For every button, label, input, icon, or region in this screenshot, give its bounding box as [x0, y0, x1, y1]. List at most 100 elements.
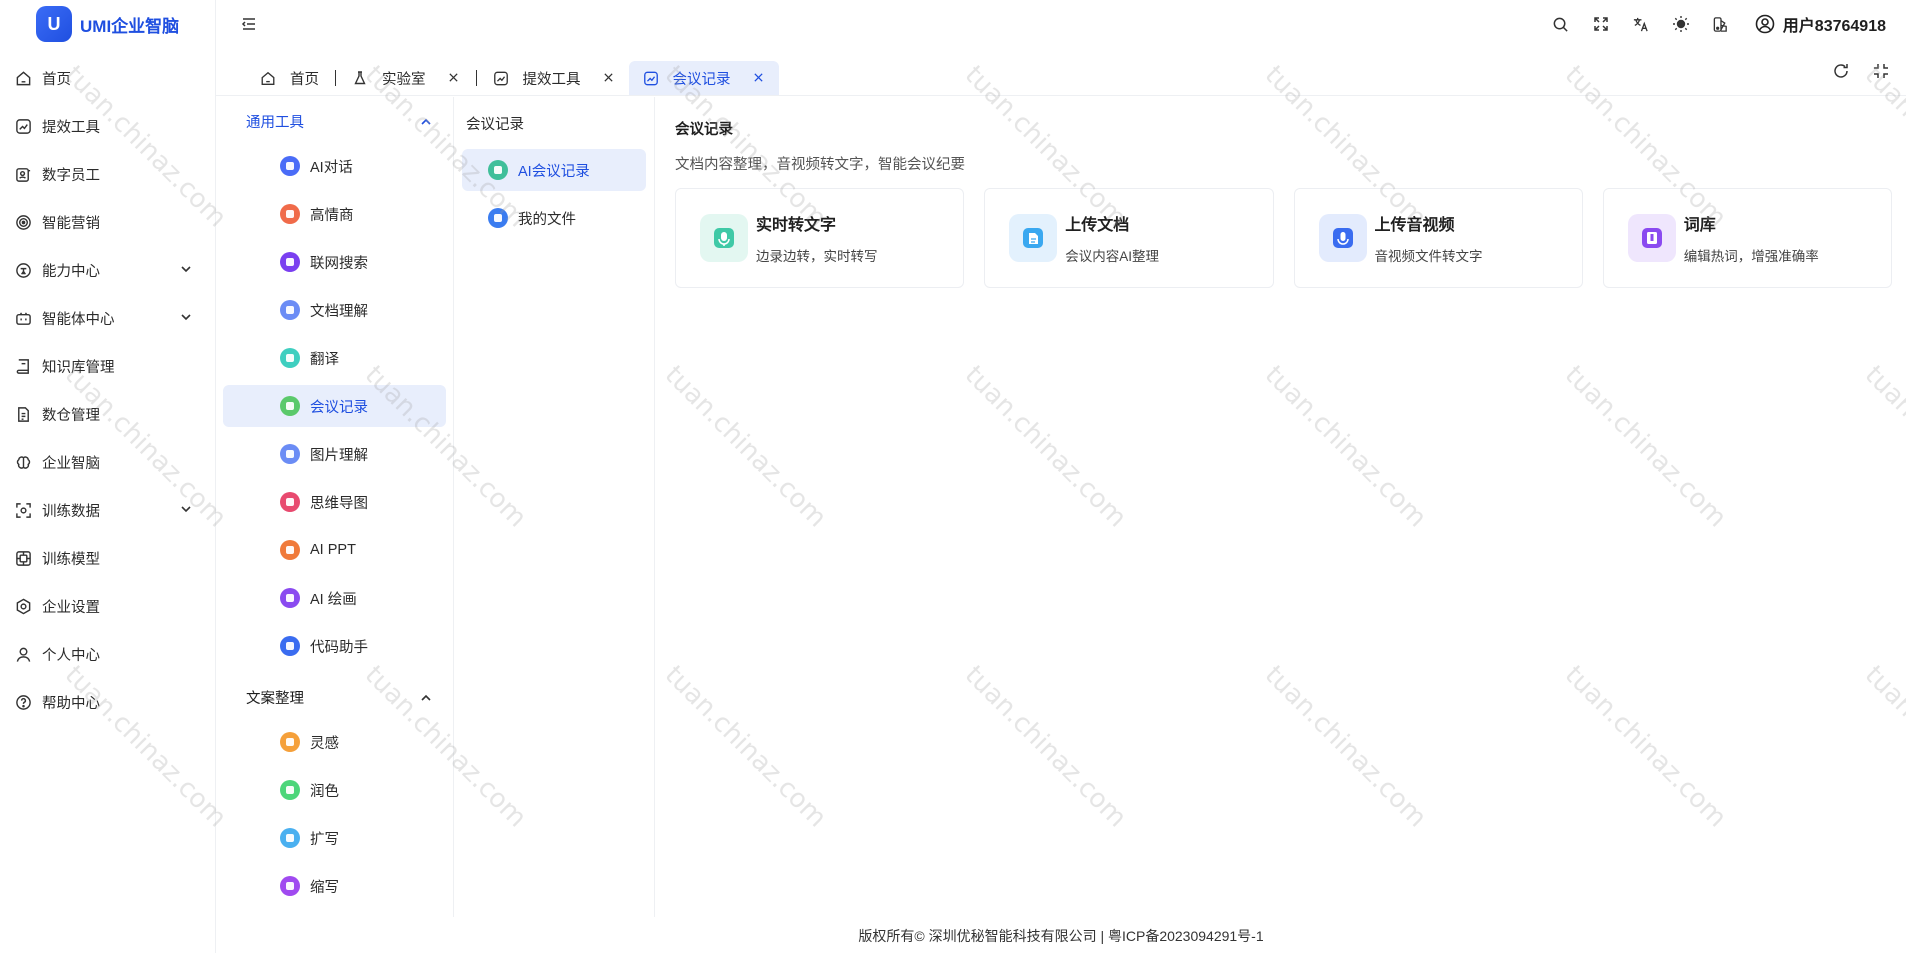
category-icon [280, 780, 300, 800]
category-icon [280, 348, 300, 368]
watermark-text: tuan.chinaz.com [958, 360, 1133, 534]
category-label: AI对话 [310, 159, 353, 176]
settings-icon [14, 597, 32, 615]
group-general-tools-items: AI对话高情商联网搜索文档理解翻译会议记录图片理解思维导图 AI PPT AI 绘画… [216, 145, 453, 667]
chevron-up-icon [421, 118, 431, 125]
category-icon [280, 828, 300, 848]
tab[interactable]: 实验室 [338, 61, 474, 95]
category-item[interactable]: AI PPT [223, 529, 446, 571]
category-label: 灵感 [310, 735, 339, 752]
category-icon [280, 204, 300, 224]
sidebar-item[interactable]: 首页 [0, 54, 215, 102]
collapse-menu-icon[interactable] [240, 15, 258, 33]
sidebar-item[interactable]: 帮助中心 [0, 678, 215, 726]
sidebar-item[interactable]: 知识库管理 [0, 342, 215, 390]
category-item[interactable]: AI 绘画 [223, 577, 446, 619]
sidebar-item-label: 智能体中心 [42, 311, 115, 328]
watermark-text: tuan.chinaz.com [1858, 360, 1906, 534]
watermark-text: tuan.chinaz.com [1558, 360, 1733, 534]
logo-text: UMI企业智脑 [80, 16, 180, 36]
category-item[interactable]: 高情商 [223, 193, 446, 235]
category-label: 文档理解 [310, 303, 368, 320]
group-label: 通用工具 [246, 114, 304, 131]
sidebar-item[interactable]: 数仓管理 [0, 390, 215, 438]
sidebar-item[interactable]: 企业设置 [0, 582, 215, 630]
category-item[interactable]: 联网搜索 [223, 241, 446, 283]
document-icon [14, 405, 32, 423]
close-icon[interactable] [603, 72, 615, 84]
category-label: 高情商 [310, 207, 354, 224]
feature-card[interactable]: 词库编辑热词，增强准确率 [1602, 188, 1892, 288]
footer: 版权所有© 深圳优秘智能科技有限公司 | 粤ICP备2023094291号-1 [216, 919, 1906, 953]
sidebar-item[interactable]: 智能体中心 [0, 294, 215, 342]
sidebar-item[interactable]: 企业智脑 [0, 438, 215, 486]
sidebar-item[interactable]: 个人中心 [0, 630, 215, 678]
sub-item[interactable]: 我的文件 [462, 197, 646, 239]
theme-sun-icon[interactable] [1661, 4, 1701, 44]
tab[interactable]: 会议记录 [628, 61, 779, 95]
sidebar-item-label: 训练模型 [42, 551, 100, 568]
sidebar-item[interactable]: 训练模型 [0, 534, 215, 582]
page-title: 会议记录 [675, 122, 733, 138]
search-icon[interactable] [1541, 4, 1581, 44]
category-item[interactable]: 翻译 [223, 337, 446, 379]
chevron-down-icon [179, 310, 193, 324]
sub-item[interactable]: AI会议记录 [462, 149, 646, 191]
sub-panel: 会议记录 AI会议记录 我的文件 [454, 97, 655, 917]
user-icon [14, 645, 32, 663]
sidebar-item[interactable]: 能力中心 [0, 246, 215, 294]
category-item[interactable]: AI对话 [223, 145, 446, 187]
card-text: 上传文档 会议内容AI整理 [1065, 211, 1159, 265]
category-item[interactable]: 思维导图 [223, 481, 446, 523]
group-copywriting-items: 灵感润色扩写缩写 [216, 721, 453, 907]
copyright-text: 版权所有© 深圳优秘智能科技有限公司 | 粤ICP备2023094291号-1 [858, 928, 1264, 944]
user-menu[interactable]: 用户83764918 [1755, 12, 1886, 36]
category-item[interactable]: 缩写 [223, 865, 446, 907]
sidebar-item-label: 训练数据 [42, 503, 100, 520]
close-icon[interactable] [448, 72, 460, 84]
watermark-text: tuan.chinaz.com [1258, 360, 1433, 534]
feature-card[interactable]: 上传文档 会议内容AI整理 [984, 188, 1274, 288]
feature-card[interactable]: 上传音视频 音视频文件转文字 [1293, 188, 1583, 288]
close-icon[interactable] [753, 72, 765, 84]
tab[interactable]: 提效工具 [479, 61, 629, 95]
sidebar-item[interactable]: 训练数据 [0, 486, 215, 534]
sidebar-item-label: 数字员工 [42, 167, 100, 184]
group-label: 文案整理 [246, 690, 304, 707]
category-icon [280, 540, 300, 560]
category-item[interactable]: 会议记录 [223, 385, 446, 427]
target-icon [14, 213, 32, 231]
category-item[interactable]: 扩写 [223, 817, 446, 859]
group-copywriting[interactable]: 文案整理 [216, 673, 453, 721]
palette-icon[interactable] [1701, 4, 1741, 44]
tab-separator [475, 70, 477, 86]
card-title: 词库 [1683, 217, 1716, 234]
feature-card[interactable]: 实时转文字 边录边转，实时转写 [675, 188, 965, 288]
category-item[interactable]: 代码助手 [223, 625, 446, 667]
sidebar-item-label: 知识库管理 [42, 359, 115, 376]
upload-document-icon [1009, 214, 1058, 262]
translate-icon[interactable] [1621, 4, 1661, 44]
sidebar-item[interactable]: 智能营销 [0, 198, 215, 246]
tab-label: 首页 [290, 71, 319, 88]
maximize-content-icon[interactable] [1872, 62, 1890, 80]
logo[interactable]: U UMI企业智脑 [0, 0, 215, 48]
sidebar-item[interactable]: 数字员工 [0, 150, 215, 198]
refresh-icon[interactable] [1832, 62, 1850, 80]
category-icon [280, 876, 300, 896]
trend-icon [14, 117, 32, 135]
sidebar-item-label: 能力中心 [42, 263, 100, 280]
watermark-text: tuan.chinaz.com [658, 360, 833, 534]
group-general-tools[interactable]: 通用工具 [216, 97, 453, 145]
category-item[interactable]: 润色 [223, 769, 446, 811]
card-title: 上传文档 [1065, 217, 1130, 234]
fullscreen-icon[interactable] [1581, 4, 1621, 44]
category-item[interactable]: 灵感 [223, 721, 446, 763]
card-subtitle: 编辑热词，增强准确率 [1683, 249, 1819, 264]
tab[interactable]: 首页 [246, 61, 333, 95]
sidebar-item[interactable]: 提效工具 [0, 102, 215, 150]
category-icon [280, 300, 300, 320]
category-item[interactable]: 图片理解 [223, 433, 446, 475]
category-item[interactable]: 文档理解 [223, 289, 446, 331]
card-title: 上传音视频 [1374, 217, 1455, 234]
